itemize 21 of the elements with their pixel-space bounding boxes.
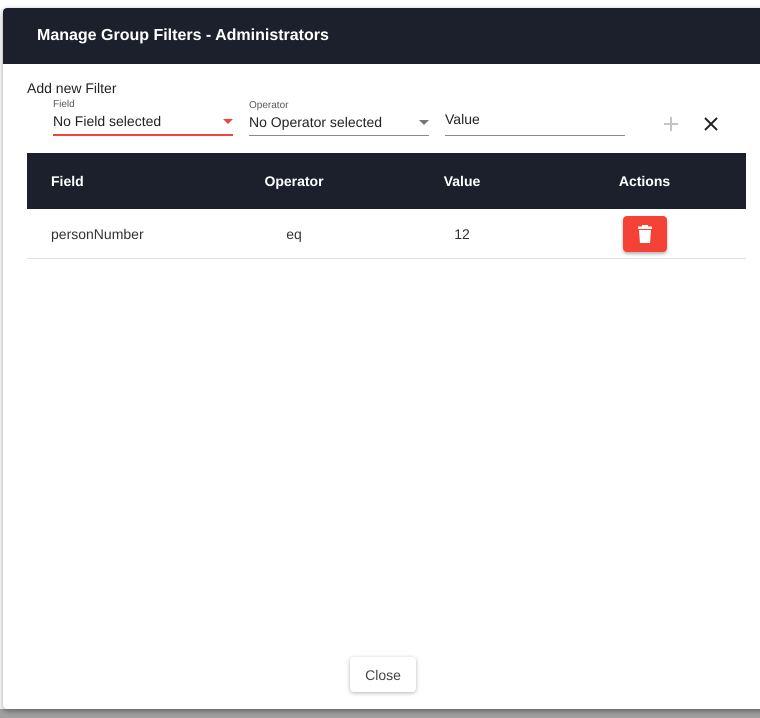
table-cell-text: personNumber [50, 226, 145, 242]
column-header: Actions [618, 173, 672, 189]
select-field[interactable]: Operator No Operator selected [249, 102, 429, 136]
dropdown-caret-icon [419, 120, 429, 124]
select-label: Field [53, 99, 76, 110]
column-header: Field [50, 173, 85, 189]
section-heading: Add new Filter [27, 80, 118, 96]
delete-button[interactable] [622, 216, 666, 252]
select-value: No Operator selected [249, 114, 382, 130]
trash-icon [638, 224, 652, 242]
select-label: Operator [249, 100, 290, 111]
dropdown-caret-icon [223, 118, 233, 124]
plus-icon [663, 116, 679, 132]
column-header: Value [442, 173, 482, 189]
table-cell-text: 12 [453, 226, 471, 242]
table-cell-text: eq [285, 226, 303, 242]
select-value: No Field selected [53, 113, 162, 129]
column-header: Operator [263, 173, 325, 189]
dialog-title: Manage Group Filters - Administrators [37, 27, 329, 45]
select-field[interactable]: Field No Field selected [53, 102, 233, 136]
close-button[interactable]: Close [350, 657, 416, 692]
